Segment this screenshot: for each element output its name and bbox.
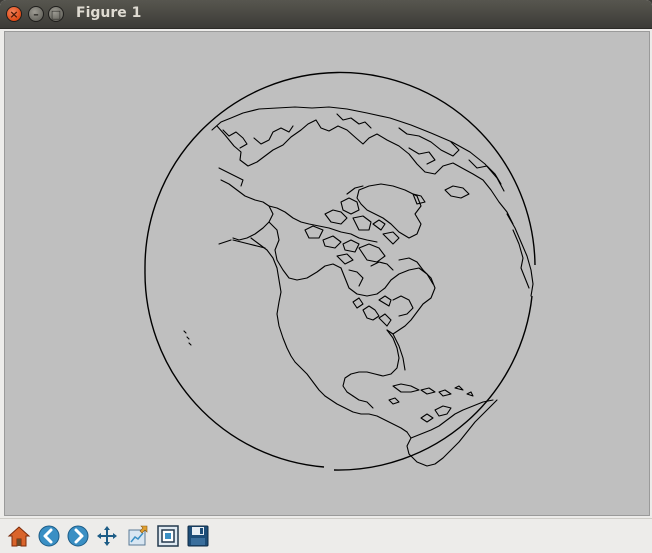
- zoom-rect-button[interactable]: [154, 522, 181, 549]
- title-bar[interactable]: × – □ Figure 1: [0, 0, 652, 29]
- save-button[interactable]: [184, 522, 211, 549]
- configure-subplots-button[interactable]: [124, 522, 151, 549]
- forward-button[interactable]: [64, 522, 91, 549]
- back-icon: [38, 525, 59, 546]
- back-button[interactable]: [35, 522, 62, 549]
- figure-window: × – □ Figure 1: [0, 0, 652, 553]
- save-icon: [187, 525, 208, 546]
- home-button[interactable]: [5, 522, 32, 549]
- close-icon: ×: [9, 7, 19, 21]
- coastlines: [183, 106, 534, 467]
- maximize-button[interactable]: □: [48, 6, 64, 22]
- globe-map: [144, 71, 536, 471]
- maximize-icon: □: [50, 7, 62, 21]
- minimize-icon: –: [33, 7, 39, 21]
- globe-outline: [144, 71, 536, 471]
- forward-icon: [67, 525, 88, 546]
- minimize-button[interactable]: –: [28, 6, 44, 22]
- close-button[interactable]: ×: [6, 6, 22, 22]
- figure-canvas[interactable]: [4, 31, 650, 516]
- configure-subplots-icon: [128, 525, 147, 545]
- zoom-rect-icon: [156, 524, 179, 547]
- home-icon: [7, 525, 30, 546]
- plot-area: [7, 34, 647, 513]
- window-title: Figure 1: [76, 5, 142, 21]
- navigation-toolbar: [0, 518, 652, 553]
- pan-icon: [96, 525, 117, 546]
- pan-button[interactable]: [93, 522, 120, 549]
